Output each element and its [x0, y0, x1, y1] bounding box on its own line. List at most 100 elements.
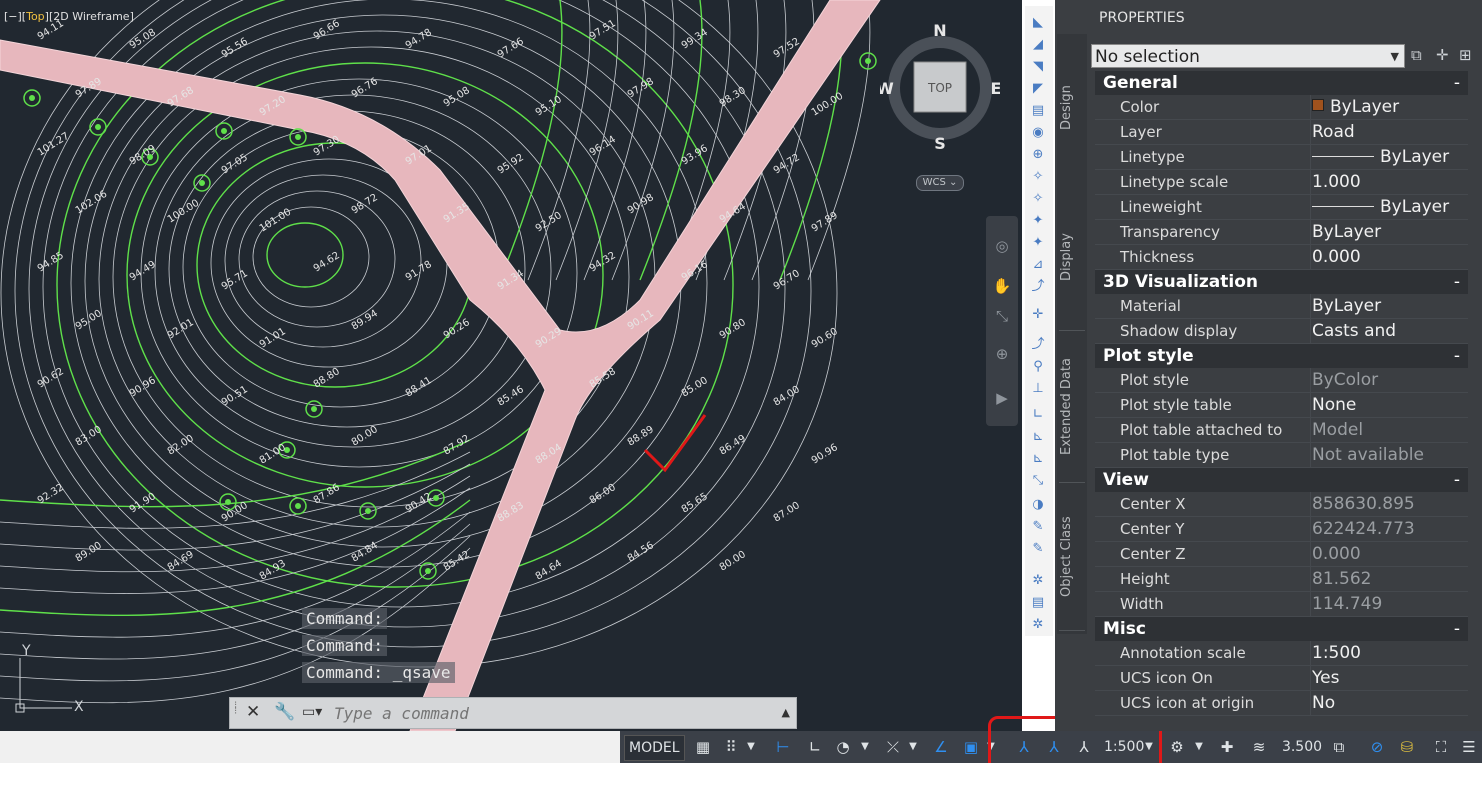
- lineweight-value[interactable]: 3.500: [1280, 731, 1324, 763]
- property-value[interactable]: 0.000: [1310, 245, 1361, 269]
- dynamic-input-icon[interactable]: ⊢: [772, 731, 794, 763]
- tool-icon[interactable]: ⤡: [1029, 472, 1047, 490]
- property-value[interactable]: ByLayer: [1310, 95, 1399, 119]
- wcs-menu[interactable]: WCS ⌄: [916, 175, 964, 191]
- clean-screen-icon[interactable]: ⛶: [1430, 731, 1452, 763]
- drawing-canvas[interactable]: 94.11 95.08 95.5696.66 94.78 97.6697.51 99.34…: [0, 0, 1022, 731]
- isodraft-dropdown-icon[interactable]: ▼: [906, 731, 920, 763]
- polar-tracking-icon[interactable]: ◔: [832, 731, 854, 763]
- section-header[interactable]: General -: [1095, 71, 1468, 95]
- workspace-dropdown-icon[interactable]: ▼: [1192, 731, 1206, 763]
- grid-icon[interactable]: ▦: [692, 731, 714, 763]
- compass-east[interactable]: E: [991, 79, 1000, 98]
- selection-dropdown[interactable]: No selection ▼: [1091, 44, 1405, 68]
- tool-icon[interactable]: ◤: [1029, 80, 1047, 98]
- collapse-icon[interactable]: -: [1454, 344, 1460, 368]
- object-snap-icon[interactable]: ▣: [960, 731, 982, 763]
- model-space-button[interactable]: MODEL: [624, 735, 685, 761]
- hardware-acceleration-icon[interactable]: ⊘: [1366, 731, 1388, 763]
- tool-icon[interactable]: ⊾: [1029, 450, 1047, 468]
- zoom-extents-icon[interactable]: ⤡: [992, 306, 1012, 326]
- globe-icon[interactable]: ⊕: [1029, 146, 1047, 164]
- tool-icon[interactable]: ⤴: [1029, 336, 1047, 354]
- tool-icon[interactable]: ✧: [1029, 190, 1047, 208]
- steering-wheel-icon[interactable]: ◎: [992, 236, 1012, 256]
- property-value[interactable]: Yes: [1310, 666, 1339, 690]
- property-row[interactable]: Shadow displayCasts and Receiv...: [1095, 319, 1468, 367]
- property-value[interactable]: 81.562: [1310, 567, 1371, 591]
- polar-dropdown-icon[interactable]: ▼: [858, 731, 872, 763]
- drawing-viewport[interactable]: 94.11 95.08 95.56 96.66 94.78 97.66 97.51 99.34…: [0, 0, 1022, 731]
- tool-icon[interactable]: ∟: [1029, 406, 1047, 424]
- tool-icon[interactable]: ✲: [1029, 616, 1047, 634]
- property-value[interactable]: ByLayer: [1310, 145, 1449, 169]
- section-header[interactable]: Plot style -: [1095, 344, 1468, 368]
- property-row[interactable]: Thickness 0.000: [1095, 245, 1468, 270]
- property-value[interactable]: Road: [1310, 120, 1355, 144]
- close-icon[interactable]: ✕: [246, 702, 260, 722]
- section-header[interactable]: View -: [1095, 468, 1468, 492]
- tool-icon[interactable]: ✎: [1029, 518, 1047, 536]
- property-row[interactable]: Plot style table None: [1095, 393, 1468, 418]
- property-row[interactable]: Center X 858630.895: [1095, 492, 1468, 517]
- tab-design[interactable]: Design: [1059, 38, 1085, 178]
- isolate-objects-icon[interactable]: ⛁: [1396, 731, 1418, 763]
- snap-dropdown-icon[interactable]: ▼: [744, 731, 758, 763]
- property-value[interactable]: 622424.773: [1310, 517, 1415, 541]
- viewport-label[interactable]: [−][Top][2D Wireframe]: [4, 10, 134, 23]
- section-header[interactable]: Misc -: [1095, 617, 1468, 641]
- navigation-bar[interactable]: ◎ ✋ ⤡ ⊕ ▶: [986, 216, 1018, 426]
- property-value[interactable]: None: [1310, 393, 1356, 417]
- tab-display[interactable]: Display: [1059, 184, 1085, 331]
- property-value[interactable]: No: [1310, 691, 1335, 715]
- snap-icon[interactable]: ⠿: [720, 731, 742, 763]
- property-value[interactable]: 858630.895: [1310, 492, 1415, 516]
- annotation-monitor-icon[interactable]: ✚: [1216, 731, 1238, 763]
- property-value[interactable]: Not available: [1310, 443, 1424, 467]
- property-row[interactable]: UCS icon at origin No: [1095, 691, 1468, 716]
- globe-icon[interactable]: ◉: [1029, 124, 1047, 142]
- isodraft-icon[interactable]: ⤫: [882, 731, 904, 763]
- tool-icon[interactable]: ◣: [1029, 14, 1047, 32]
- tool-icon[interactable]: ✛: [1029, 306, 1047, 324]
- tool-icon[interactable]: ✦: [1029, 212, 1047, 230]
- property-row[interactable]: Plot table type Not available: [1095, 443, 1468, 468]
- select-objects-icon[interactable]: ✛: [1436, 46, 1449, 64]
- object-snap-tracking-icon[interactable]: ∠: [930, 731, 952, 763]
- property-value[interactable]: 0.000: [1310, 542, 1361, 566]
- visual-style[interactable]: 2D Wireframe: [53, 10, 129, 23]
- tool-icon[interactable]: ⊥: [1029, 380, 1047, 398]
- tool-icon[interactable]: ⚲: [1029, 358, 1047, 376]
- tool-icon[interactable]: ⊾: [1029, 428, 1047, 446]
- property-row[interactable]: Linetype ByLayer: [1095, 145, 1468, 170]
- collapse-icon[interactable]: -: [1454, 468, 1460, 492]
- view-name[interactable]: Top: [26, 10, 45, 23]
- collapse-icon[interactable]: -: [1454, 71, 1460, 95]
- property-row[interactable]: Plot table attached to Model: [1095, 418, 1468, 443]
- property-row[interactable]: Height 81.562: [1095, 567, 1468, 592]
- tool-icon[interactable]: ◑: [1029, 496, 1047, 514]
- orbit-icon[interactable]: ⊕: [992, 344, 1012, 364]
- lineweight-icon[interactable]: ≋: [1248, 731, 1270, 763]
- tool-icon[interactable]: ⤴: [1029, 278, 1047, 296]
- pan-icon[interactable]: ✋: [992, 276, 1012, 296]
- tool-icon[interactable]: ✲: [1029, 572, 1047, 590]
- tool-icon[interactable]: ✎: [1029, 540, 1047, 558]
- tool-icon[interactable]: ◢: [1029, 36, 1047, 54]
- property-value[interactable]: ByLayer: [1310, 294, 1381, 318]
- property-row[interactable]: Layer Road: [1095, 120, 1468, 145]
- property-value[interactable]: ByColor: [1310, 368, 1378, 392]
- chevron-down-icon[interactable]: ▼: [1391, 45, 1399, 69]
- compass-west[interactable]: W: [880, 79, 894, 98]
- command-history-arrow-icon[interactable]: ▲: [782, 706, 790, 719]
- tab-extended-data[interactable]: Extended Data: [1059, 332, 1085, 483]
- units-icon[interactable]: ⧉: [1328, 731, 1350, 763]
- quick-select-icon[interactable]: ⧉: [1411, 46, 1422, 64]
- toggle-pickadd-icon[interactable]: ⊞: [1459, 46, 1472, 64]
- customization-menu-icon[interactable]: ☰: [1458, 731, 1480, 763]
- drag-grip-icon[interactable]: ⁝ ⁝: [234, 701, 240, 723]
- ortho-icon[interactable]: ∟: [804, 731, 826, 763]
- customize-wrench-icon[interactable]: 🔧: [274, 702, 295, 722]
- property-row[interactable]: Annotation scale 1:500: [1095, 641, 1468, 666]
- command-prompt-icon[interactable]: ▭▾: [302, 704, 322, 720]
